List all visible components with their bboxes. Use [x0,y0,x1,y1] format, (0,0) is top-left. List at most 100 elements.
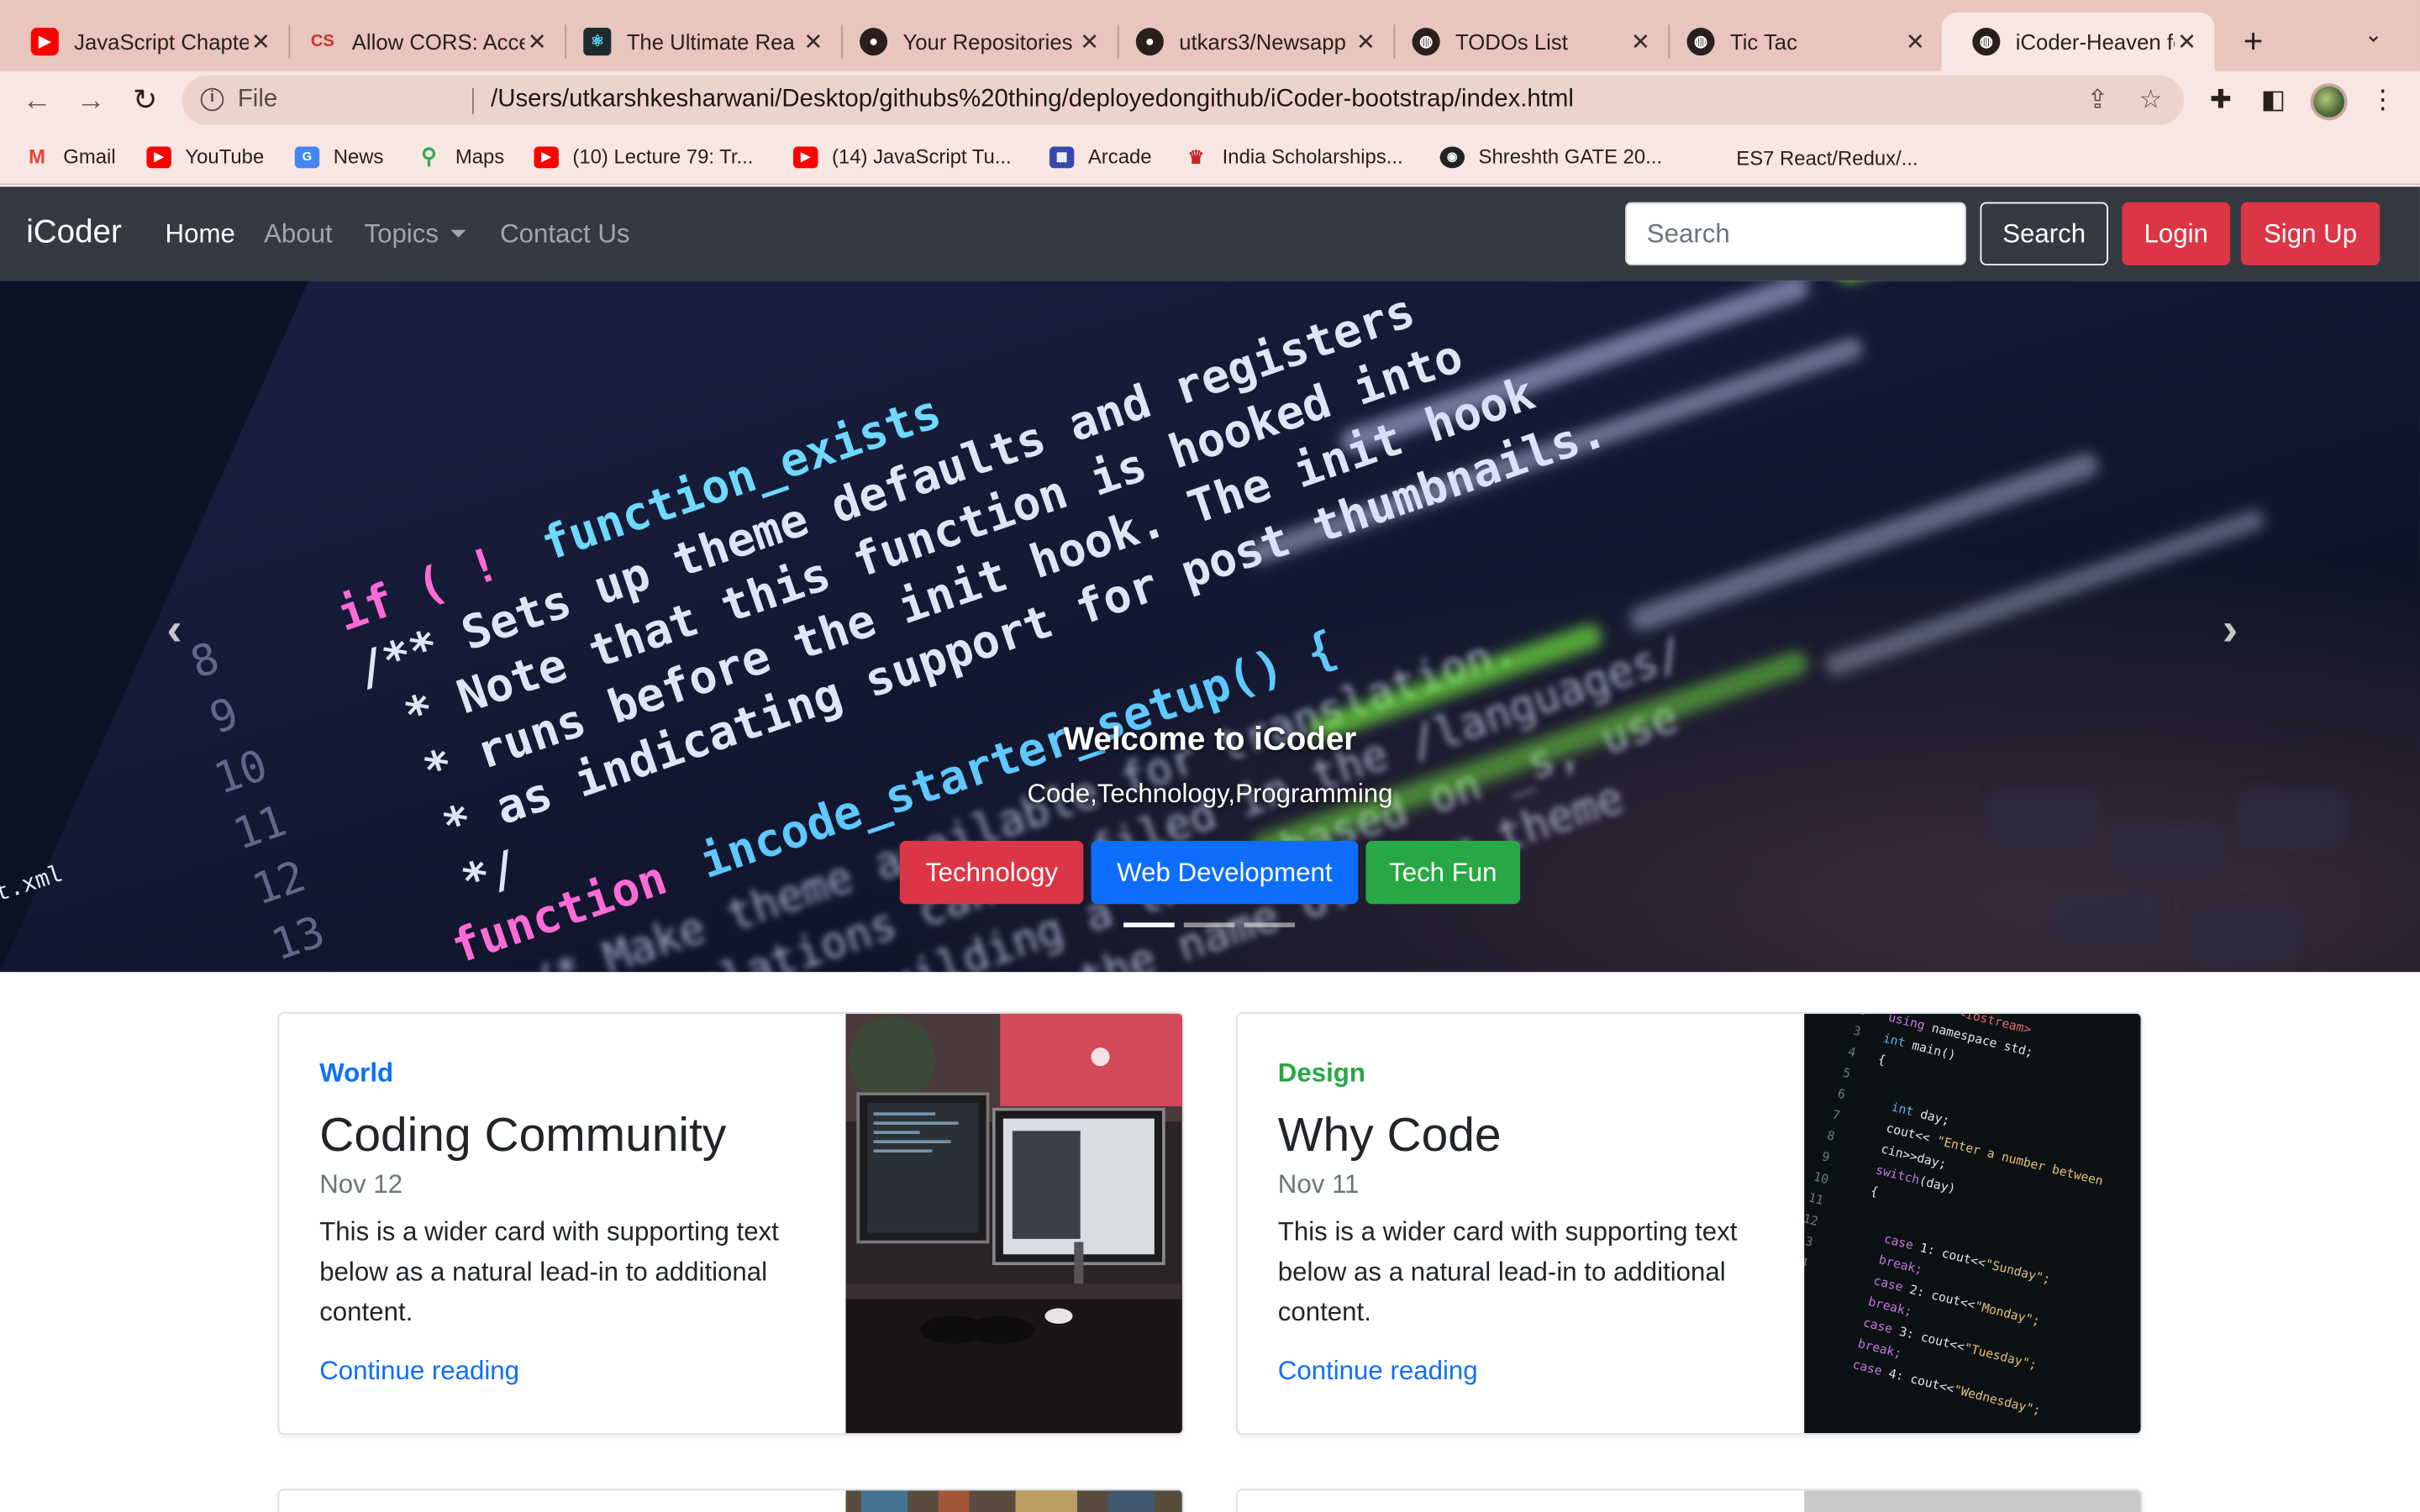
browser-tab[interactable]: CS Allow CORS: Acce ✕ [278,13,566,71]
carousel-subtitle: Code,Technology,Programming [1027,779,1393,809]
scheme-label: File [237,86,278,113]
browser-tab[interactable]: ● Your Repositories ✕ [829,13,1117,71]
profile-avatar[interactable] [2310,83,2348,121]
tab-search-chevron-icon[interactable]: ⌄ [2365,22,2383,48]
bookmark-item[interactable]: ⚲ Maps [417,143,505,169]
share-icon[interactable]: ⇪ [2086,85,2108,116]
continue-reading-link[interactable]: Continue reading [319,1356,519,1387]
web-development-button[interactable]: Web Development [1091,841,1359,905]
arcade-icon: ▦ [1049,145,1075,168]
github-icon: ● [1135,28,1164,56]
carousel-indicator[interactable] [1183,922,1235,927]
card-text: This is a wider card with supporting tex… [319,1217,779,1327]
tech-fun-button[interactable]: Tech Fun [1365,841,1521,905]
close-tab-icon[interactable]: ✕ [524,28,549,55]
youtube-icon: ▶ [30,28,59,56]
bookmark-label: Shreshth GATE 20... [1478,144,1663,169]
bookmark-label: (10) Lecture 79: Tr... [572,144,754,169]
bookmark-label: Arcade [1087,144,1152,169]
card-title: Coding Community [319,1107,727,1163]
new-tab-button[interactable]: + [2235,22,2272,62]
caret-down-icon [450,229,467,238]
article-card-partial [277,1488,1184,1512]
react-icon: ⚛ [583,28,612,56]
bookmark-item[interactable]: ▶ (10) Lecture 79: Tr... [534,144,754,169]
bookmarks-bar: M Gmail ▶ YouTube G News ⚲ Maps ▶ (10) Lectur… [0,132,2420,186]
address-url[interactable]: /Users/utkarshkesharwani/Desktop/githubs… [491,87,1574,114]
carousel-indicator[interactable] [1123,922,1175,927]
card-text: This is a wider card with supporting tex… [1277,1217,1738,1327]
bookmark-label: YouTube [185,144,265,169]
youtube-icon: ▶ [534,145,559,168]
more-menu-icon[interactable]: ⋮ [2366,85,2400,116]
side-panel-icon[interactable]: ◧ [2256,85,2290,116]
article-card: Design Why Code Nov 11 This is a wider c… [1236,1011,2143,1436]
search-input[interactable] [1625,202,1966,265]
close-tab-icon[interactable]: ✕ [801,28,825,55]
scholarship-icon: ♛ [1187,145,1205,168]
address-separator [472,87,474,114]
reload-icon[interactable]: ↻ [127,83,164,120]
youtube-icon: ▶ [793,145,818,168]
browser-tab[interactable]: ● utkars3/Newsapp ✕ [1105,13,1393,71]
search-button[interactable]: Search [1980,202,2108,265]
close-tab-icon[interactable]: ✕ [249,28,273,55]
card-category: Design [1277,1058,1365,1088]
browser-tab-strip: ▶ JavaScript Chapte ✕ CS Allow CORS: Acc… [0,0,2420,71]
bookmark-star-icon[interactable]: ☆ [2139,85,2163,116]
github-icon: ● [860,28,888,56]
tab-title: Tic Tac [1729,29,1797,55]
continue-reading-link[interactable]: Continue reading [1278,1356,1478,1387]
nav-topics-dropdown[interactable]: Topics [364,219,467,250]
close-tab-icon[interactable]: ✕ [1903,28,1928,55]
bookmark-item[interactable]: ES7 React/Redux/... [1697,145,1918,170]
forward-arrow-icon[interactable]: → [72,83,109,120]
site-brand[interactable]: iCoder [26,214,122,251]
bookmark-item[interactable]: ▶ (14) JavaScript Tu... [793,145,1012,168]
bookmark-label: Maps [455,144,505,169]
login-button[interactable]: Login [2122,202,2231,265]
globe-icon: ◍ [1686,28,1715,56]
article-card-partial [1236,1488,2143,1512]
bookmark-label: Gmail [63,144,116,169]
technology-button[interactable]: Technology [899,841,1084,905]
nav-contact[interactable]: Contact Us [500,219,629,250]
browser-toolbar: ← → ↻ i File /Users/utkarshkesharwani/De… [0,71,2420,133]
browser-tab[interactable]: ⚛ The Ultimate Rea ✕ [553,13,841,71]
close-tab-icon[interactable]: ✕ [2175,28,2199,55]
bookmark-item[interactable]: G News [294,144,384,169]
browser-tab-active[interactable]: ◍ iCoder-Heaven fo ✕ [1941,12,2215,71]
bookmark-item[interactable]: ♛ India Scholarships... [1184,145,1403,169]
microsoft-icon [1697,145,1722,170]
browser-tab[interactable]: ▶ JavaScript Chapte ✕ [0,13,288,71]
bookmark-label: News [333,144,384,169]
carousel-next-icon[interactable]: › [2223,605,2238,657]
card-thumbnail-partial [1804,1490,2141,1512]
article-card: World Coding Community Nov 12 This is a … [277,1011,1184,1436]
tab-title: Allow CORS: Acce [351,29,525,55]
signup-button[interactable]: Sign Up [2240,202,2381,265]
extensions-puzzle-icon[interactable]: ✚ [2204,85,2238,116]
carousel-prev-icon[interactable]: ‹ [166,605,182,657]
card-date: Nov 12 [319,1169,403,1200]
bookmark-item[interactable]: ▦ Arcade [1049,144,1152,169]
bookmark-item[interactable]: ◉ Shreshth GATE 20... [1439,144,1663,169]
news-icon: G [294,145,320,168]
nav-home[interactable]: Home [166,219,235,250]
back-arrow-icon[interactable]: ← [18,83,55,120]
close-tab-icon[interactable]: ✕ [1628,28,1653,55]
carousel-indicator[interactable] [1244,922,1295,927]
site-navbar: iCoder Home About Topics Contact Us Sear… [0,186,2420,281]
bookmark-item[interactable]: M Gmail [24,144,116,169]
card-category: World [319,1058,394,1088]
close-tab-icon[interactable]: ✕ [1077,28,1102,55]
nav-about[interactable]: About [264,219,333,250]
address-bar[interactable]: i File /Users/utkarshkesharwani/Desktop/… [182,75,2184,125]
browser-tab[interactable]: ◍ TODOs List ✕ [1381,13,1669,71]
bookmark-item[interactable]: ▶ YouTube [146,144,265,169]
browser-tab[interactable]: ◍ Tic Tac ✕ [1656,13,1944,71]
info-icon[interactable]: i [200,87,224,112]
close-tab-icon[interactable]: ✕ [1354,28,1378,55]
maps-icon: ⚲ [421,143,438,169]
tab-title: iCoder-Heaven fo [2015,29,2175,55]
